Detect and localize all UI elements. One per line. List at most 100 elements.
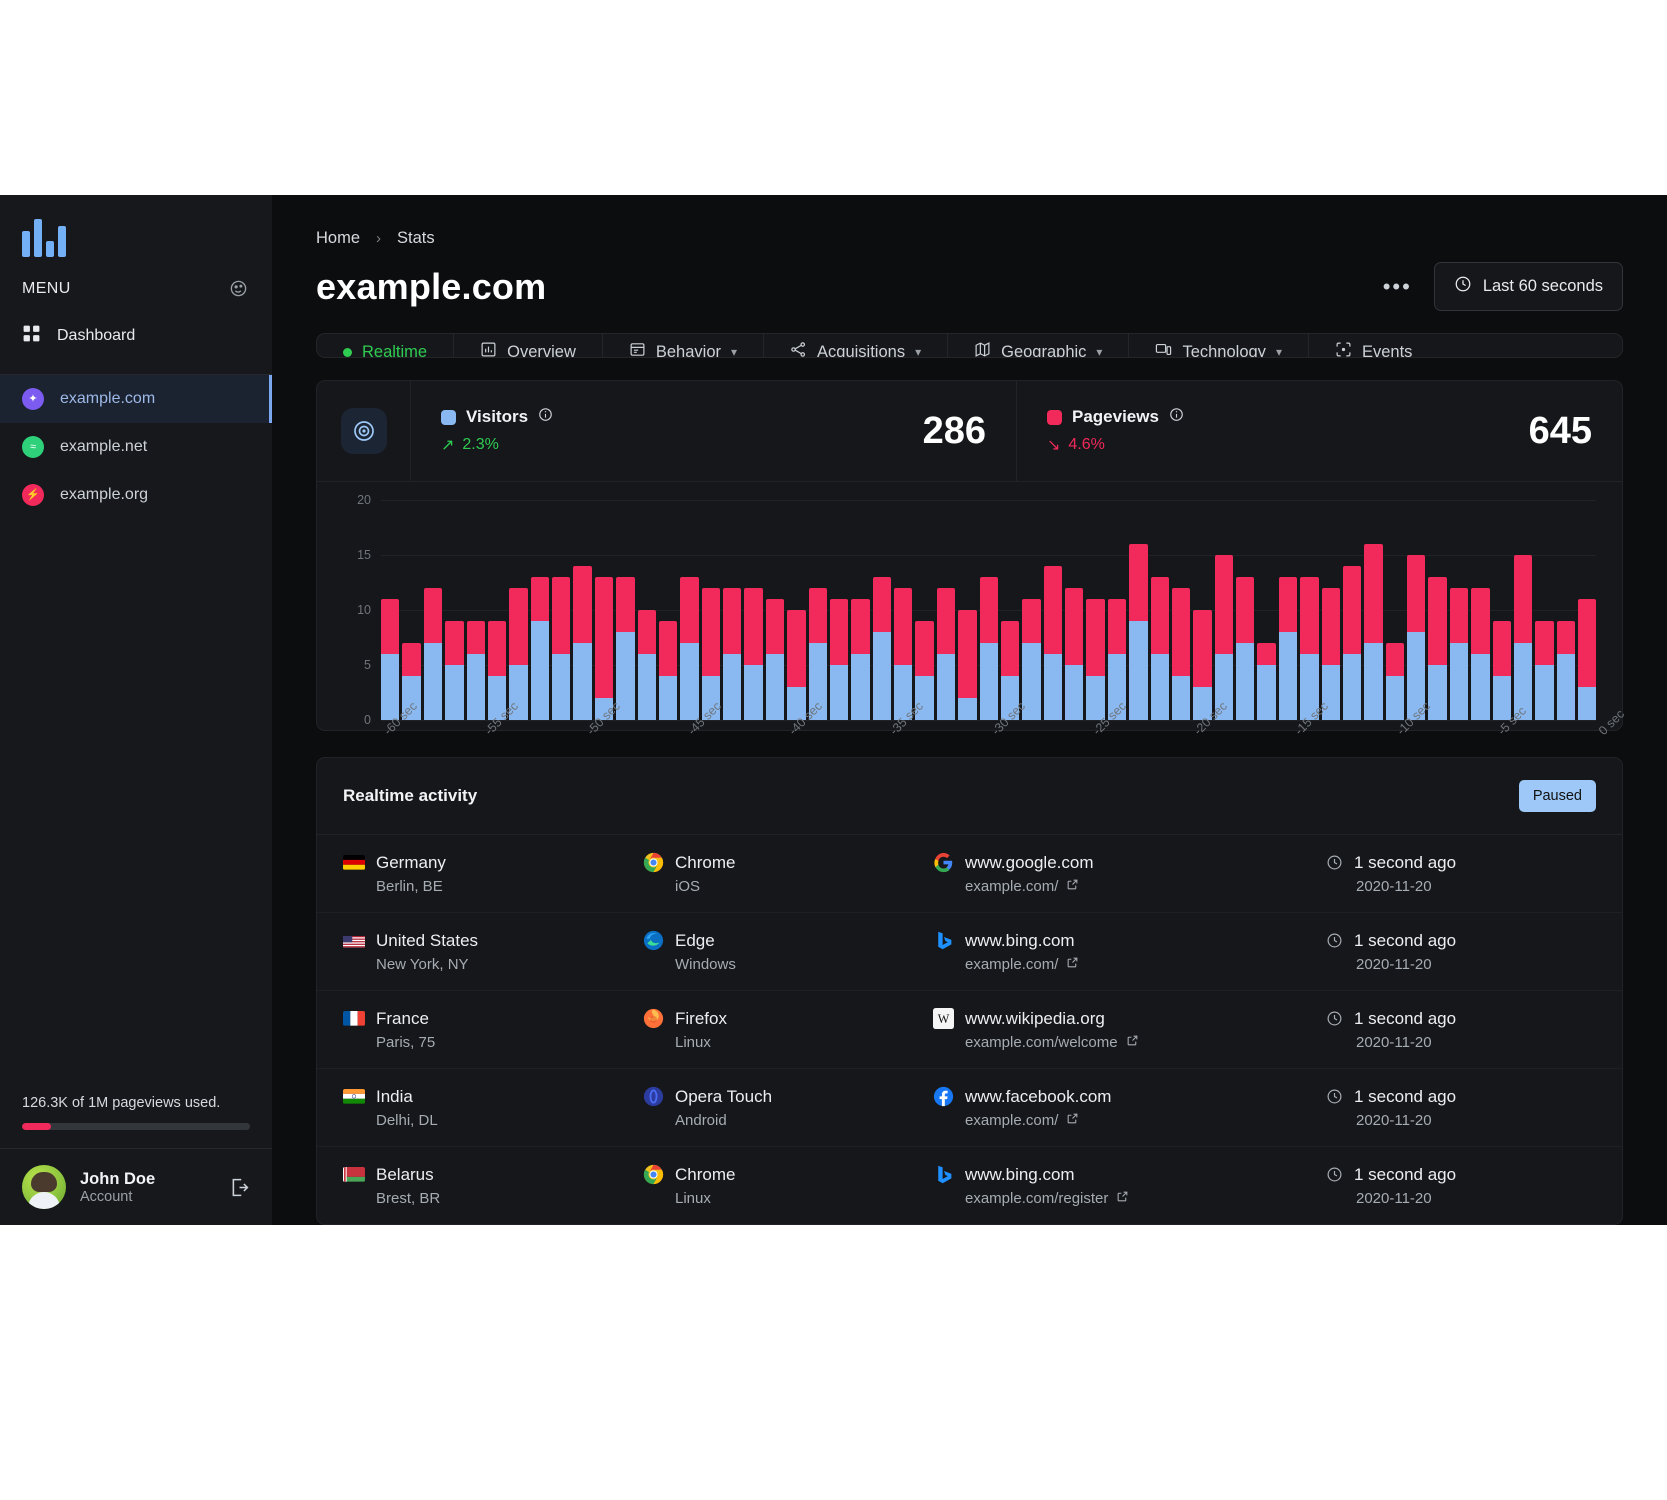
activity-rows: Germany Berlin, BE Chrome iOS www.google.com… <box>317 835 1622 1224</box>
usage-progress-track <box>22 1123 250 1130</box>
referrer-label[interactable]: www.google.com <box>965 853 1094 873</box>
page-label: example.com/welcome <box>965 1034 1118 1051</box>
chart-bar <box>1513 555 1533 720</box>
logout-icon[interactable] <box>229 1177 250 1198</box>
chart-bar <box>1065 588 1084 720</box>
chart-bar <box>936 588 956 720</box>
cell-browser: Edge Windows <box>643 930 933 973</box>
cell-time: 1 second ago 2020-11-20 <box>1326 1165 1596 1207</box>
page-label: example.com/ <box>965 878 1059 895</box>
account-row[interactable]: John Doe Account <box>0 1148 272 1225</box>
landing-page[interactable]: example.com/ <box>965 1112 1326 1129</box>
table-row[interactable]: United States New York, NY Edge Windows www.… <box>317 913 1622 991</box>
chart-bar-pageviews <box>509 588 528 665</box>
landing-page[interactable]: example.com/welcome <box>965 1034 1326 1051</box>
site-badge-icon: ✦ <box>22 388 44 410</box>
time-range-button[interactable]: Last 60 seconds <box>1433 262 1623 311</box>
chart-bar-pageviews <box>787 610 806 687</box>
referrer-row: www.bing.com <box>933 1164 1326 1185</box>
tab-label: Technology <box>1182 342 1266 358</box>
sidebar-item-example-com[interactable]: ✦ example.com <box>0 375 272 423</box>
table-row[interactable]: France Paris, 75 Firefox Linux Wwww.wikipedi… <box>317 991 1622 1069</box>
table-row[interactable]: Germany Berlin, BE Chrome iOS www.google.com… <box>317 835 1622 913</box>
flag-icon <box>343 855 365 870</box>
chevron-down-icon: ▾ <box>1275 345 1282 358</box>
browser-row: Opera Touch <box>643 1086 933 1107</box>
referrer-label[interactable]: www.bing.com <box>965 1165 1075 1185</box>
chart-bar <box>1193 610 1212 720</box>
external-link-icon[interactable] <box>1066 1112 1079 1129</box>
time-row: 1 second ago <box>1326 1087 1596 1107</box>
chart-bar-pageviews <box>1385 643 1404 676</box>
svg-text:W: W <box>938 1012 950 1026</box>
cell-location: Germany Berlin, BE <box>343 853 643 895</box>
chart-bar-visitors <box>1364 643 1383 720</box>
breadcrumb-stats[interactable]: Stats <box>397 229 435 248</box>
info-icon[interactable] <box>1169 407 1184 427</box>
country-label: United States <box>376 930 479 950</box>
cell-location: France Paris, 75 <box>343 1009 643 1051</box>
tab-technology[interactable]: Technology ▾ <box>1129 334 1309 358</box>
browser-label: Chrome <box>675 1164 736 1184</box>
chart-bar <box>1043 566 1062 720</box>
chart-bar-visitors <box>851 654 870 720</box>
usage-meter: 126.3K of 1M pageviews used. <box>0 1095 272 1148</box>
chart-bar-pageviews <box>1193 610 1212 687</box>
landing-page[interactable]: example.com/ <box>965 878 1326 895</box>
external-link-icon[interactable] <box>1126 1034 1139 1051</box>
tab-overview[interactable]: Overview <box>454 334 603 358</box>
grid-icon <box>22 324 41 348</box>
chart-bar <box>1492 621 1511 720</box>
chart-bar <box>1321 588 1340 720</box>
landing-page[interactable]: example.com/ <box>965 956 1326 973</box>
chart-bar-visitors <box>979 643 998 720</box>
chart-bar-pageviews <box>1000 621 1020 676</box>
sidebar-item-dashboard[interactable]: Dashboard <box>0 312 272 360</box>
theme-toggle-icon[interactable] <box>229 279 248 298</box>
cell-referrer: www.bing.com example.com/ <box>933 930 1326 973</box>
app-logo[interactable] <box>0 195 272 269</box>
chart-bar-visitors <box>1385 676 1404 720</box>
landing-page[interactable]: example.com/register <box>965 1190 1326 1207</box>
facebook-icon <box>933 1086 954 1107</box>
table-row[interactable]: Belarus Brest, BR Chrome Linux www.bing.com e… <box>317 1147 1622 1224</box>
info-icon[interactable] <box>538 407 553 427</box>
table-row[interactable]: India Delhi, DL Opera Touch Android www.face… <box>317 1069 1622 1147</box>
time-row: 1 second ago <box>1326 1009 1596 1029</box>
breadcrumb-home[interactable]: Home <box>316 229 360 248</box>
tab-label: Overview <box>507 342 576 358</box>
paused-badge[interactable]: Paused <box>1518 780 1596 812</box>
tab-behavior[interactable]: Behavior ▾ <box>603 334 765 357</box>
chart-bar-visitors <box>637 654 656 720</box>
referrer-label[interactable]: www.facebook.com <box>965 1087 1111 1107</box>
realtime-chart: 0 5 10 15 20 -60 sec -55 sec -50 sec -45 sec -40… <box>317 482 1627 738</box>
menu-label: MENU <box>22 279 71 297</box>
chart-bar-pageviews <box>1171 588 1191 676</box>
more-options-button[interactable]: ••• <box>1383 275 1412 298</box>
google-icon <box>933 852 954 873</box>
tab-events[interactable]: Events <box>1309 334 1438 357</box>
branch-icon <box>790 341 807 357</box>
chart-bar-visitors <box>423 643 443 720</box>
chart-bar-pageviews <box>1471 588 1490 654</box>
sidebar-item-example-net[interactable]: ≈ example.net <box>0 423 272 471</box>
tab-realtime[interactable]: Realtime <box>317 334 455 357</box>
tab-geographic[interactable]: Geographic ▾ <box>948 334 1130 357</box>
chart-bar-visitors <box>1086 676 1105 720</box>
tab-acquisitions[interactable]: Acquisitions ▾ <box>764 334 949 357</box>
browser-row: Chrome <box>643 1164 933 1185</box>
chart-bar-pageviews <box>1043 566 1062 654</box>
referrer-label[interactable]: www.bing.com <box>965 931 1075 951</box>
chart-bar-pageviews <box>894 588 913 665</box>
external-link-icon[interactable] <box>1116 1190 1129 1207</box>
country-row: Germany <box>343 853 643 873</box>
referrer-label[interactable]: www.wikipedia.org <box>965 1009 1105 1029</box>
chart-bar-pageviews <box>1065 588 1084 665</box>
chart-bar-visitors <box>1278 632 1298 720</box>
external-link-icon[interactable] <box>1066 956 1079 973</box>
external-link-icon[interactable] <box>1066 878 1079 895</box>
chart-bar <box>1556 621 1575 720</box>
sidebar-item-example-org[interactable]: ⚡ example.org <box>0 471 272 519</box>
chart-bar <box>381 599 400 720</box>
